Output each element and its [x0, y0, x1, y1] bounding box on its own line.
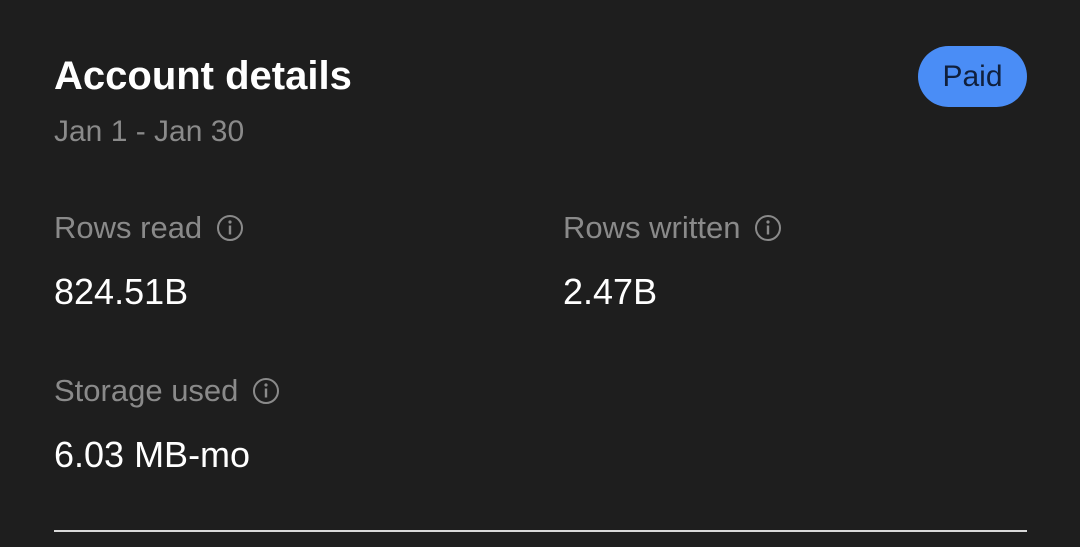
info-icon[interactable]	[754, 214, 782, 242]
metric-label-row: Storage used	[54, 372, 280, 410]
date-range: Jan 1 - Jan 30	[54, 115, 245, 148]
metric-rows-written: Rows written 2.47B	[563, 209, 782, 313]
metric-value: 824.51B	[54, 271, 189, 312]
metric-label: Rows read	[54, 210, 203, 245]
info-icon[interactable]	[252, 377, 280, 405]
metric-rows-read: Rows read 824.51B	[54, 209, 244, 313]
metric-label-row: Rows written	[563, 209, 782, 247]
metric-value: 6.03 MB-mo	[54, 434, 251, 475]
metric-label: Rows written	[563, 210, 741, 245]
metric-storage-used: Storage used 6.03 MB-mo	[54, 372, 280, 476]
info-icon[interactable]	[216, 214, 244, 242]
divider	[54, 530, 1027, 532]
metric-label: Storage used	[54, 373, 239, 408]
account-details-card: Account details Jan 1 - Jan 30 Paid Rows…	[0, 0, 1080, 547]
card-title: Account details	[54, 54, 352, 98]
metric-label-row: Rows read	[54, 209, 244, 247]
plan-status-badge: Paid	[918, 46, 1027, 107]
metric-value: 2.47B	[563, 271, 658, 312]
